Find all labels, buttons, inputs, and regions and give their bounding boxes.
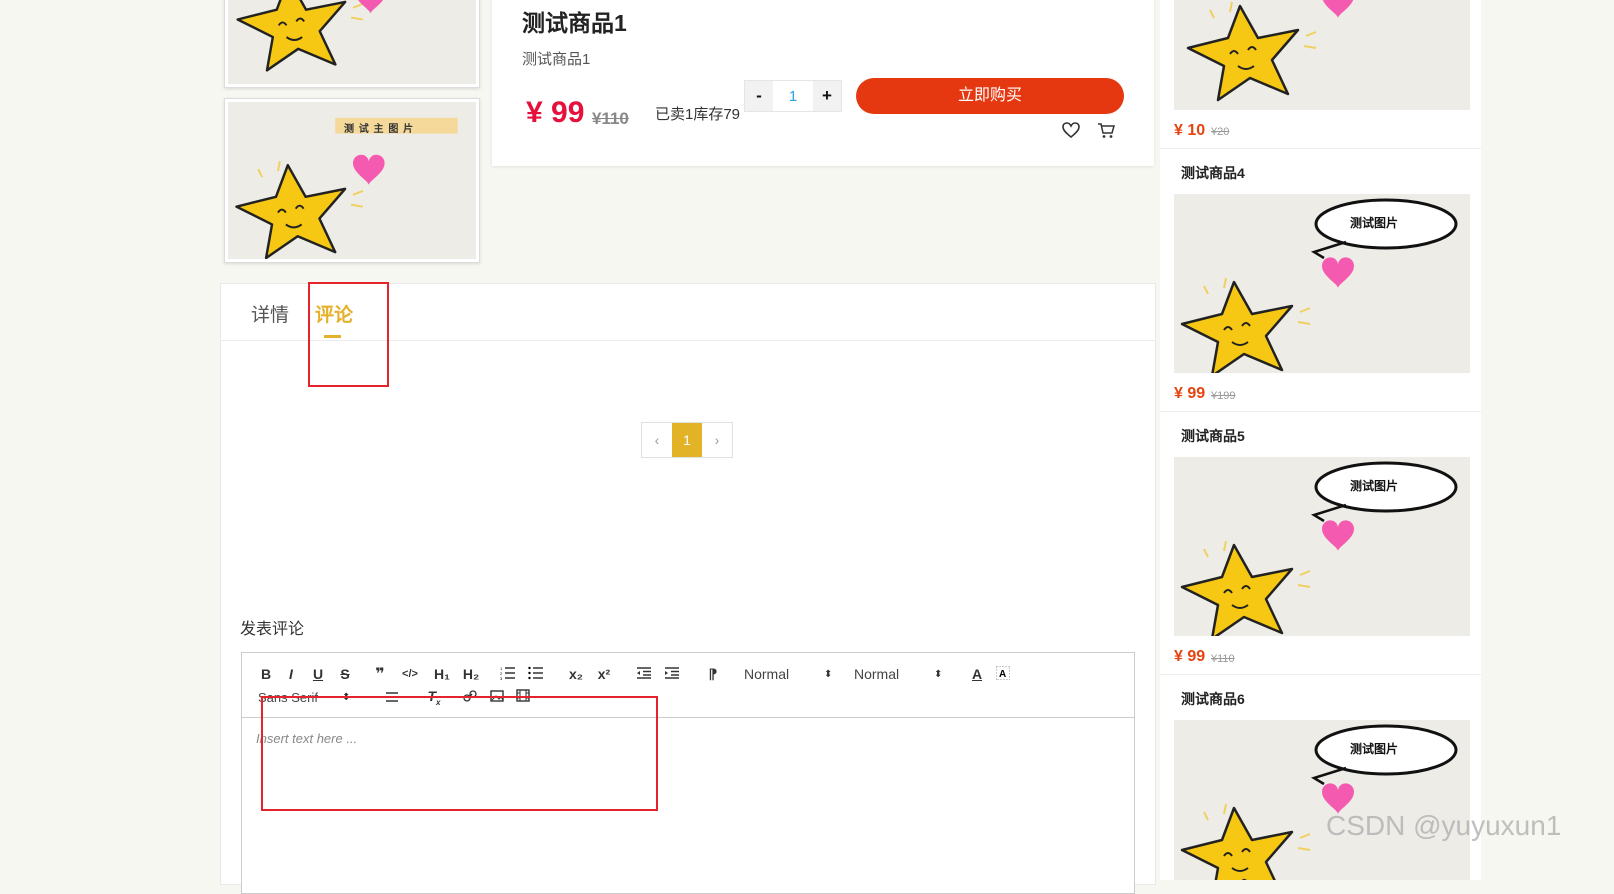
sidebar-item-image[interactable]: 测试图片 [1174,720,1470,880]
sidebar-item-title[interactable]: 测试商品5 [1181,426,1245,446]
header-2-button[interactable]: H₂ [456,666,486,682]
bullet-list-icon[interactable] [522,666,550,683]
svg-text:A: A [999,669,1006,680]
svg-text:3: 3 [500,676,503,680]
sidebar-divider [1160,148,1481,149]
sidebar-item-price: ¥ 99 [1174,385,1206,402]
italic-button[interactable]: I [276,666,306,682]
subscript-button[interactable]: x₂ [562,666,590,682]
text-color-button[interactable]: A [964,666,990,682]
comment-heading: 发表评论 [240,621,305,638]
page-1-button[interactable]: 1 [672,423,702,457]
superscript-button[interactable]: x² [590,666,618,682]
star-illustration: 测 试 主 图 片 [228,102,476,259]
sidebar-divider [1160,411,1481,412]
product-info-card: 测试商品1 测试商品1 ¥ 99 ¥110 已卖1库存79 - 1 + 立即购买 [492,0,1154,166]
tab-details[interactable]: 详情 [251,300,289,327]
highlight-box-comment-tab [308,282,389,387]
sidebar-divider [1160,674,1481,675]
sidebar-item-image[interactable]: 测试图片 [1174,194,1470,373]
sidebar-item-image[interactable]: 测试图片 [1174,457,1470,636]
sidebar-item-title[interactable]: 测试商品6 [1181,689,1245,709]
bubble-text: 测试图片 [1350,742,1399,756]
pagination: ‹ 1 › [641,422,733,458]
indent-icon[interactable] [658,666,686,682]
sold-and-stock: 已卖1库存79 [655,106,741,123]
decrease-button[interactable]: - [745,81,773,111]
buy-now-button[interactable]: 立即购买 [856,78,1124,114]
size-select-arrows-icon: ⬍ [824,668,833,680]
sidebar-item-original-price: ¥20 [1211,126,1230,138]
product-thumbnail-1[interactable] [224,0,480,88]
ordered-list-icon[interactable]: 123 [494,666,522,683]
increase-button[interactable]: + [813,81,841,111]
cart-icon[interactable] [1097,122,1115,139]
header-select-arrows-icon: ⬍ [934,668,943,680]
text-direction-button[interactable]: ⁋ [698,666,728,683]
sidebar-item-original-price: ¥110 [1211,653,1235,665]
product-thumbnail-2[interactable]: 测 试 主 图 片 [224,98,480,263]
header-select[interactable]: Normal [854,666,934,682]
header-1-button[interactable]: H₁ [428,666,456,682]
underline-button[interactable]: U [306,666,330,682]
bubble-text: 测试图片 [1350,216,1399,230]
blockquote-button[interactable]: ❞ [368,664,392,684]
sidebar-item-price: ¥ 99 [1174,648,1206,665]
sidebar-item-original-price: ¥199 [1211,390,1236,402]
strike-button[interactable]: S [330,666,360,682]
bold-button[interactable]: B [256,666,276,682]
prev-page-button[interactable]: ‹ [642,423,672,457]
quantity-input[interactable]: 1 [773,81,813,111]
product-title: 测试商品1 [522,10,627,36]
sidebar-item-price: ¥ 10 [1174,122,1206,139]
outdent-icon[interactable] [630,666,658,682]
bubble-text: 测试图片 [1350,479,1399,493]
code-block-button[interactable]: </> [392,668,428,680]
favorite-heart-icon[interactable] [1062,122,1080,138]
highlight-box-editor [261,696,658,811]
recommend-sidebar: ¥ 10 ¥20 测试商品4 测试图片 ¥ 99 ¥199 测试商品5 测试图片… [1160,0,1481,880]
product-subtitle: 测试商品1 [522,51,591,68]
quantity-stepper: - 1 + [744,80,842,112]
next-page-button[interactable]: › [702,423,732,457]
sidebar-item-title[interactable]: 测试商品4 [1181,163,1245,183]
star-illustration [228,0,476,84]
editor-toolbar: B I U S ❞ </> H₁ H₂ 123 x₂ x² ⁋ Normal ⬍… [256,663,1016,685]
sidebar-item-image[interactable] [1174,0,1470,110]
thumbnail-banner-text: 测 试 主 图 片 [344,124,415,135]
size-select[interactable]: Normal [744,666,824,682]
csdn-watermark: CSDN @yuyuxun1 [1326,810,1562,841]
background-color-icon[interactable]: A [990,665,1016,683]
product-original-price: ¥110 [592,109,629,128]
product-price: ¥ 99 [526,96,585,129]
